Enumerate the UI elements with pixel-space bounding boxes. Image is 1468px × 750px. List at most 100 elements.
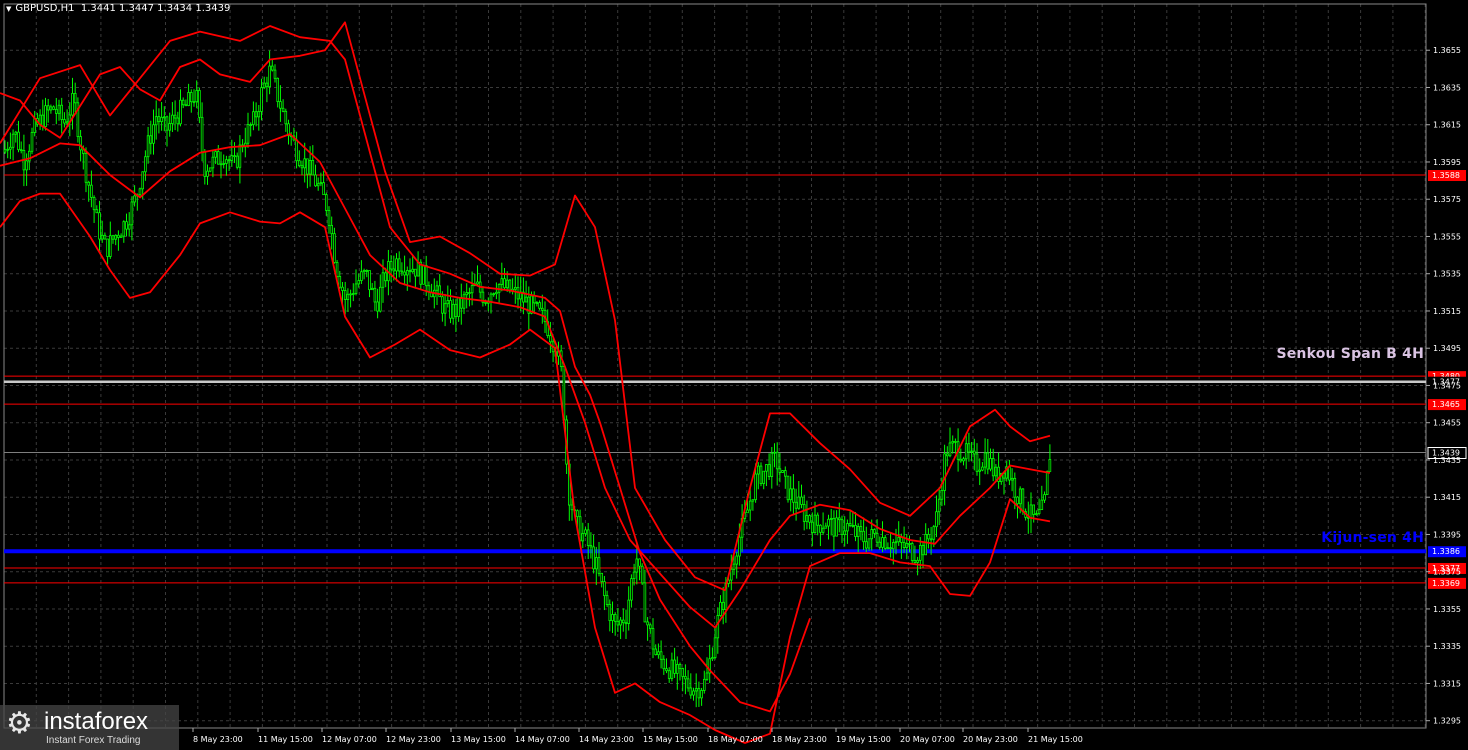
candle-body [851,524,855,527]
candle-body [924,533,927,556]
candle-body [468,292,471,294]
candle-body [694,688,698,692]
x-tick-label: 12 May 23:00 [386,735,441,744]
candle-body [327,210,331,226]
candle-body [973,450,976,455]
candle-body [735,555,738,565]
x-tick-label: 21 May 15:00 [1028,735,1083,744]
candle-body [306,158,309,175]
candle-body [792,488,795,503]
candle-body [441,296,444,314]
candle-body [983,452,987,468]
candle-body [203,151,207,177]
candle-body [630,578,633,601]
candle-body [144,156,147,173]
candle-body [200,116,204,153]
candle-body [117,234,120,238]
candle-body [92,197,96,211]
candle-body [757,465,760,475]
candle-body [689,687,693,696]
senkou-span-b-label: Senkou Span B 4H [1276,346,1424,362]
candle-body [684,676,687,680]
candle-body [373,287,377,303]
candle-body [986,452,990,470]
candle-body [970,450,973,453]
candle-body [805,515,809,522]
candle-body [154,116,158,126]
x-tick-label: 15 May 15:00 [643,735,698,744]
candle-body [260,87,263,112]
x-tick-label: 20 May 07:00 [900,735,955,744]
candle-body [697,688,701,699]
candle-body [211,156,215,169]
candle-body [846,523,849,532]
candle-body [535,302,539,305]
candle-body [827,518,830,527]
candle-body [311,160,315,176]
band-upper [0,21,1051,592]
candle-body [859,526,863,532]
candle-body [11,133,15,148]
x-tick-label: 20 May 23:00 [963,735,1018,744]
y-tick-label: 1.3335 [1433,642,1461,651]
y-tick-label: 1.3315 [1433,679,1461,688]
instaforex-logo: ⚙ instaforex Instant Forex Trading [0,705,179,750]
candle-body [235,155,239,168]
dropdown-triangle-icon[interactable]: ▼ [6,5,11,13]
candle-body [1043,494,1046,501]
candle-body [673,659,676,674]
candle-body [95,209,99,214]
candle-body [324,194,328,211]
candle-body [921,545,925,556]
candle-body [173,114,177,119]
candle-body [865,541,868,549]
candle-body [886,547,890,550]
candle-body [967,443,971,453]
candle-body [98,212,101,240]
candle-body [878,541,882,548]
candle-body [9,146,12,150]
candle-body [122,221,126,237]
candle-body [114,234,118,240]
candle-body [270,65,274,71]
candle-body [762,470,765,484]
candle-body [106,238,109,257]
candle-body [767,464,771,477]
logo-tagline: Instant Forex Trading [46,735,141,746]
candle-body [586,529,590,546]
candle-body [1018,488,1022,505]
x-tick-label: 8 May 23:00 [193,735,243,744]
candle-body [611,614,614,621]
candle-body [1040,499,1044,511]
candle-body [297,160,301,167]
candle-body [189,92,193,103]
candle-body [357,280,360,285]
candle-body [208,167,212,172]
candle-body [627,599,630,624]
candle-body [989,458,992,470]
candle-body [322,182,325,196]
candle-body [451,303,455,319]
candle-body [514,286,517,290]
candle-body [149,135,153,144]
candle-body [225,159,228,164]
candle-body [643,582,647,623]
candle-body [152,124,155,144]
symbol-label: GBPUSD,H1 [15,3,75,14]
candle-body [238,144,242,168]
candle-body [503,278,506,289]
candle-body [589,545,593,548]
candle-body [319,182,323,185]
candle-body [408,270,412,273]
candle-body [624,622,628,625]
candle-body [157,116,161,123]
candle-body [919,545,922,561]
candle-body [584,529,587,534]
candle-body [613,614,617,622]
candle-body [295,139,298,162]
time-axis: 8 May 23:00 11 May 15:00 12 May 07:00 12 Ma… [192,728,1083,744]
candle-body [165,116,169,131]
candle-body [206,170,209,177]
x-tick-label: 11 May 15:00 [258,735,313,744]
candle-body [273,69,277,79]
